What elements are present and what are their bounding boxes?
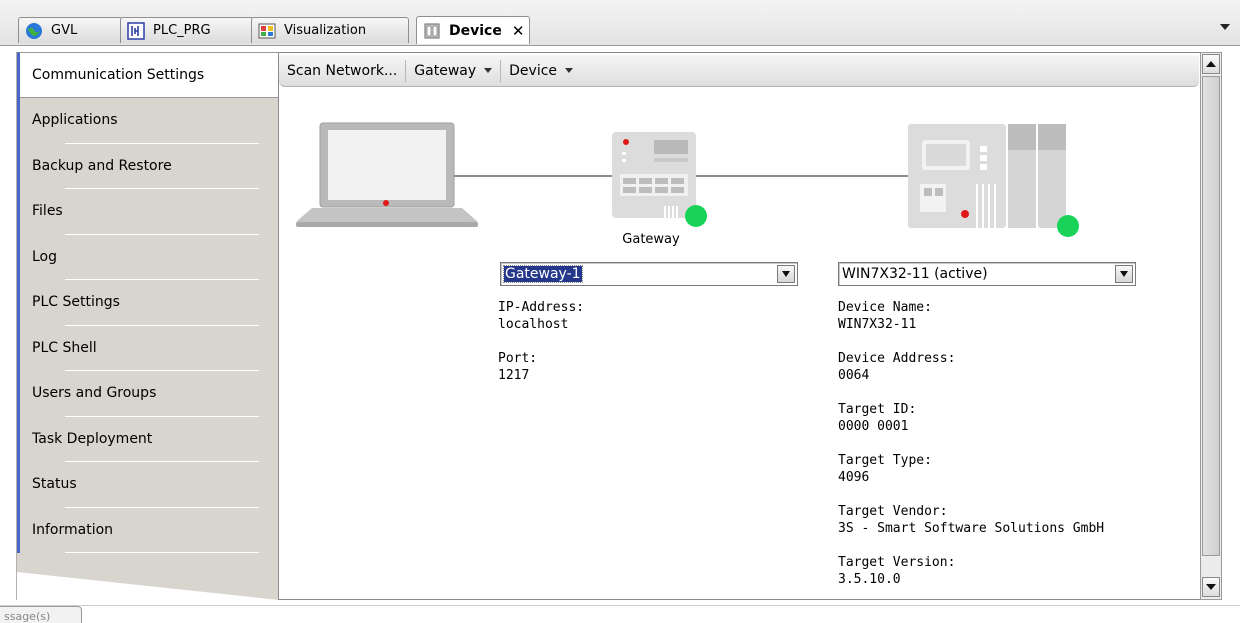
sidebar-item-label: PLC Settings: [32, 294, 120, 310]
divider: [65, 552, 259, 553]
sidebar-item-status[interactable]: Status: [17, 461, 279, 507]
sidebar-item-backup-and-restore[interactable]: Backup and Restore: [17, 143, 279, 189]
sidebar-item-plc-shell[interactable]: PLC Shell: [17, 325, 279, 371]
chevron-down-icon: [565, 68, 574, 73]
scroll-down-button[interactable]: [1202, 577, 1220, 597]
button-label: Scan Network...: [287, 62, 398, 79]
sidebar-item-users-and-groups[interactable]: Users and Groups: [17, 370, 279, 416]
program-icon: [127, 21, 145, 40]
arrow-up-icon: [1206, 61, 1216, 67]
close-icon[interactable]: ✕: [512, 22, 525, 40]
chevron-down-icon: [782, 271, 790, 277]
target-version-label: Target Version:: [838, 555, 956, 570]
gateway-menu-button[interactable]: Gateway: [406, 60, 500, 82]
gateway-select[interactable]: Gateway-1: [500, 262, 798, 286]
network-connection-line: [696, 175, 912, 177]
sidebar-item-files[interactable]: Files: [17, 188, 279, 234]
port-value: 1217: [498, 368, 530, 383]
tab-label: PLC_PRG: [153, 23, 211, 38]
vertical-scrollbar[interactable]: [1200, 52, 1222, 600]
device-select[interactable]: WIN7X32-11 (active): [838, 262, 1136, 286]
sidebar-item-label: Users and Groups: [32, 385, 157, 401]
sidebar-item-log[interactable]: Log: [17, 234, 279, 280]
sidebar-item-information[interactable]: Information: [17, 507, 279, 553]
device-editor-sidebar: Communication Settings Applications Back…: [16, 52, 280, 600]
tab-label: Visualization: [284, 23, 367, 38]
target-id-value: 0000 0001: [838, 419, 909, 434]
gateway-device-icon: [612, 132, 698, 224]
device-icon: [423, 22, 441, 40]
tab-device[interactable]: Device ✕: [416, 16, 530, 44]
ip-address-value: localhost: [498, 317, 569, 332]
target-vendor-value: 3S - Smart Software Solutions GmbH: [838, 521, 1105, 536]
tab-plc-prg[interactable]: PLC_PRG: [120, 17, 254, 43]
device-address-label: Device Address:: [838, 351, 956, 366]
messages-tab[interactable]: ssage(s): [0, 606, 82, 623]
scrollbar-thumb[interactable]: [1202, 76, 1220, 556]
sidebar-item-communication-settings[interactable]: Communication Settings: [17, 52, 280, 98]
button-label: Gateway: [414, 62, 477, 79]
divider: [0, 605, 1240, 606]
globe-icon: [25, 22, 43, 40]
dropdown-button[interactable]: [1115, 265, 1133, 283]
chevron-down-icon: [484, 68, 493, 73]
target-vendor-label: Target Vendor:: [838, 504, 948, 519]
sidebar-item-label: PLC Shell: [32, 340, 97, 356]
device-info: Device Name: WIN7X32-11 Device Address: 00…: [838, 299, 1104, 605]
arrow-down-icon: [1206, 584, 1216, 590]
device-status-indicator: [1057, 215, 1079, 237]
sidebar-item-label: Files: [32, 203, 63, 219]
sidebar-item-label: Log: [32, 249, 58, 265]
gateway-info: IP-Address: localhost Port: 1217: [498, 299, 584, 401]
tab-label: Device: [449, 22, 502, 39]
plc-device-icon: [908, 122, 1068, 236]
button-label: Device: [509, 62, 558, 79]
tab-visualization[interactable]: Visualization: [251, 17, 409, 43]
ip-address-label: IP-Address:: [498, 300, 585, 315]
tab-label: GVL: [51, 23, 78, 38]
communication-toolbar: Scan Network... Gateway Device: [279, 55, 1199, 87]
sidebar-item-label: Information: [32, 522, 114, 538]
device-selected-value: WIN7X32-11 (active): [842, 266, 988, 282]
visualization-icon: [258, 22, 276, 40]
gateway-status-indicator: [685, 205, 707, 227]
sidebar-item-label: Applications: [32, 112, 118, 128]
sidebar-item-label: Backup and Restore: [32, 158, 172, 174]
target-type-label: Target Type:: [838, 453, 932, 468]
scroll-up-button[interactable]: [1202, 54, 1220, 74]
editor-tab-strip: GVL PLC_PRG Visualization Device ✕: [0, 0, 1240, 46]
sidebar-item-label: Task Deployment: [32, 431, 153, 447]
gateway-selected-value: Gateway-1: [503, 265, 583, 283]
device-menu-button[interactable]: Device: [501, 60, 581, 82]
device-name-value: WIN7X32-11: [838, 317, 917, 332]
laptop-icon: [296, 122, 480, 234]
chevron-down-icon: [1120, 271, 1128, 277]
sidebar-item-label: Communication Settings: [32, 67, 205, 83]
sidebar-bottom-bevel: [17, 572, 279, 600]
tab-list-dropdown-icon[interactable]: [1220, 24, 1230, 30]
target-version-value: 3.5.10.0: [838, 572, 901, 587]
gateway-caption: Gateway: [622, 232, 680, 247]
target-id-label: Target ID:: [838, 402, 917, 417]
dropdown-button[interactable]: [777, 265, 795, 283]
target-type-value: 4096: [838, 470, 870, 485]
device-address-value: 0064: [838, 368, 870, 383]
sidebar-item-task-deployment[interactable]: Task Deployment: [17, 416, 279, 462]
sidebar-item-plc-settings[interactable]: PLC Settings: [17, 279, 279, 325]
sidebar-item-label: Status: [32, 476, 77, 492]
sidebar-item-applications[interactable]: Applications: [17, 97, 279, 143]
scan-network-button[interactable]: Scan Network...: [279, 60, 405, 82]
tab-gvl[interactable]: GVL: [18, 17, 123, 43]
device-name-label: Device Name:: [838, 300, 932, 315]
port-label: Port:: [498, 351, 538, 366]
